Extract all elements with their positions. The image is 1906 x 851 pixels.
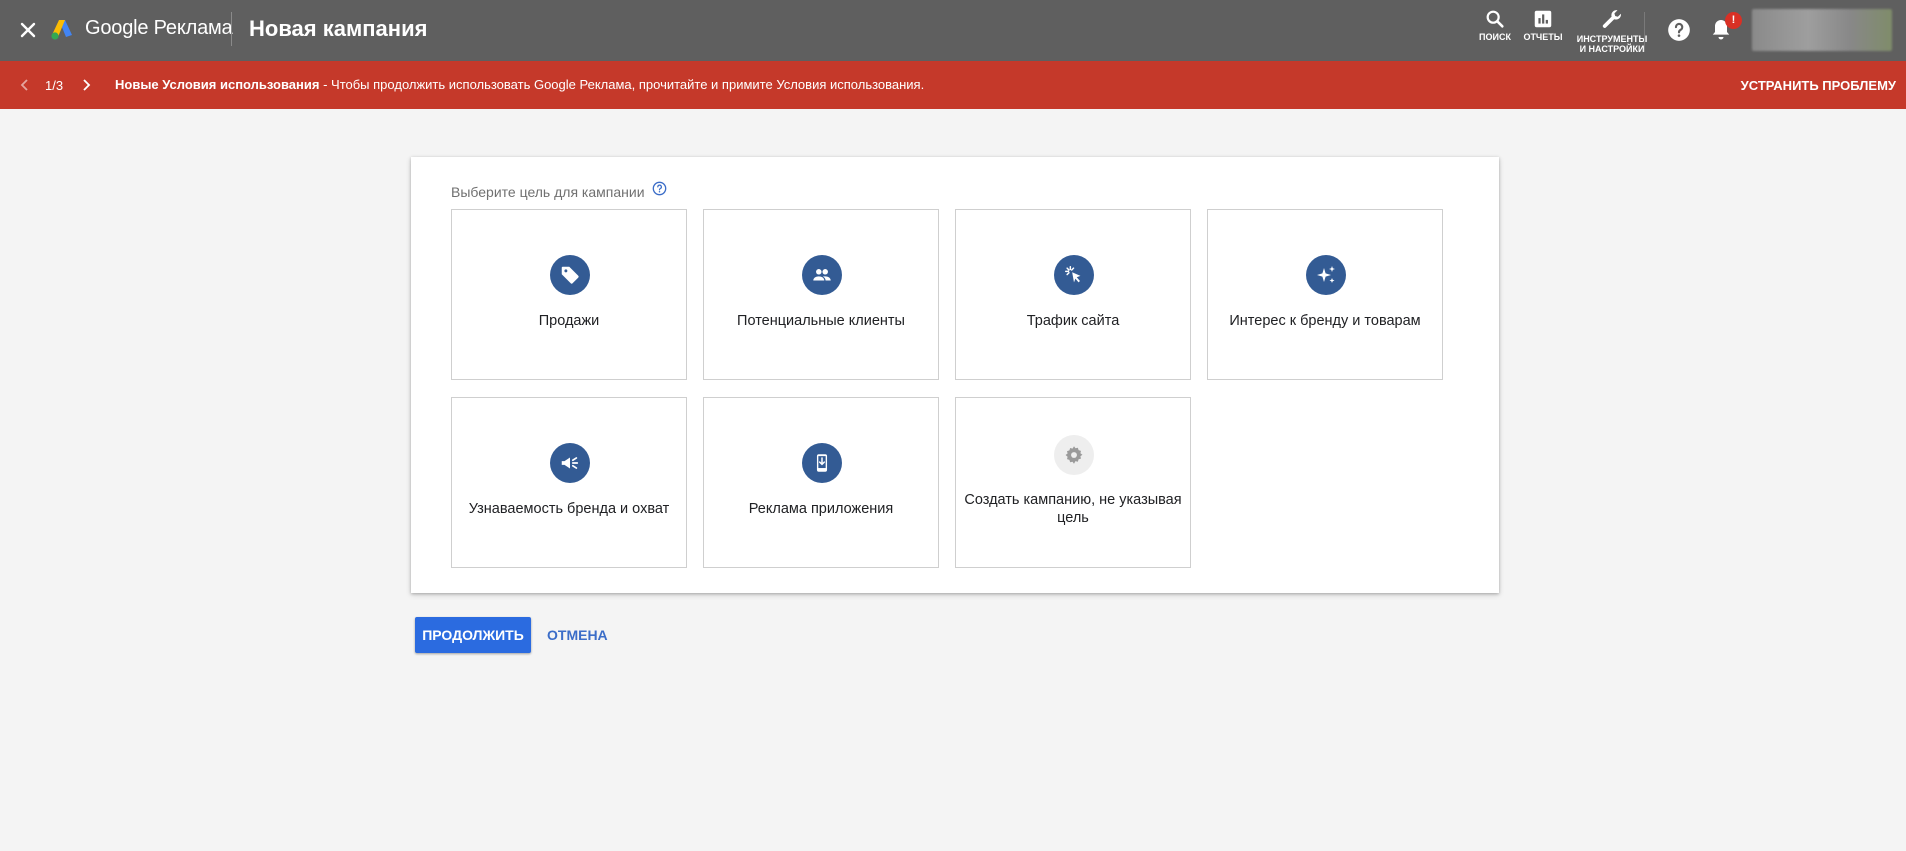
search-icon [1486,10,1504,28]
banner-body: - Чтобы продолжить использовать Google Р… [319,77,925,92]
account-switcher[interactable] [1752,9,1892,51]
goal-tile-website-traffic[interactable]: Трафик сайта [955,209,1191,380]
tools-label-line2: И НАСТРОЙКИ [1579,44,1645,54]
banner-counter: 1/3 [45,78,64,93]
tools-settings-button[interactable]: ИНСТРУМЕНТЫ И НАСТРОЙКИ [1572,8,1652,54]
fix-problem-button[interactable]: УСТРАНИТЬ ПРОБЛЕМУ [1741,78,1896,93]
brand-name: Google Реклама [85,17,233,39]
reports-icon [1534,10,1552,28]
goal-tile-leads[interactable]: Потенциальные клиенты [703,209,939,380]
phone-download-icon [802,443,842,483]
megaphone-icon [550,443,590,483]
goal-label: Продажи [538,313,600,329]
tag-icon [550,255,590,295]
reports-label: ОТЧЕТЫ [1523,32,1563,42]
google-ads-logo-icon [50,17,76,41]
goal-label: Узнаваемость бренда и охват [468,501,670,517]
campaign-goal-card: Выберите цель для кампании Продажи Потен… [411,157,1499,593]
goal-tile-brand-awareness[interactable]: Узнаваемость бренда и охват [451,397,687,568]
reports-button[interactable]: ОТЧЕТЫ [1523,8,1563,42]
chevron-left-icon[interactable] [18,77,32,93]
goal-tile-brand-interest[interactable]: Интерес к бренду и товарам [1207,209,1443,380]
banner-title: Новые Условия использования [115,77,320,92]
notification-badge: ! [1725,12,1742,29]
wrench-icon [1602,10,1622,28]
sparkle-icon [1306,255,1346,295]
people-icon [802,255,842,295]
click-cursor-icon [1054,255,1094,295]
top-app-bar: Google Реклама Новая кампания ПОИСК ОТЧЕ… [0,0,1906,61]
tools-label-line1: ИНСТРУМЕНТЫ [1576,34,1648,44]
gear-icon [1054,435,1094,475]
goal-label: Трафик сайта [1026,313,1120,329]
header-separator [1644,12,1645,52]
help-icon[interactable] [1666,17,1692,43]
goal-label: Потенциальные клиенты [737,313,905,329]
page-title: Новая кампания [249,16,428,41]
search-button[interactable]: ПОИСК [1478,8,1512,42]
continue-button[interactable]: ПРОДОЛЖИТЬ [415,617,531,653]
goal-prompt: Выберите цель для кампании [451,184,645,200]
goal-tile-app-promotion[interactable]: Реклама приложения [703,397,939,568]
cancel-button[interactable]: ОТМЕНА [547,627,608,643]
chevron-right-icon[interactable] [79,77,93,93]
goal-tile-no-goal[interactable]: Создать кампанию, не указывая цель [955,397,1191,568]
close-icon[interactable] [16,18,40,42]
search-label: ПОИСК [1479,32,1511,42]
goal-tile-sales[interactable]: Продажи [451,209,687,380]
header-divider [231,12,232,46]
banner-message: Новые Условия использования - Чтобы прод… [115,77,924,92]
goal-label: Интерес к бренду и товарам [1229,313,1421,329]
goal-label: Создать кампанию, не указывая цель [964,492,1182,526]
question-help-icon[interactable] [652,181,667,196]
goal-label: Реклама приложения [748,501,894,517]
alert-banner: 1/3 Новые Условия использования - Чтобы … [0,61,1906,109]
